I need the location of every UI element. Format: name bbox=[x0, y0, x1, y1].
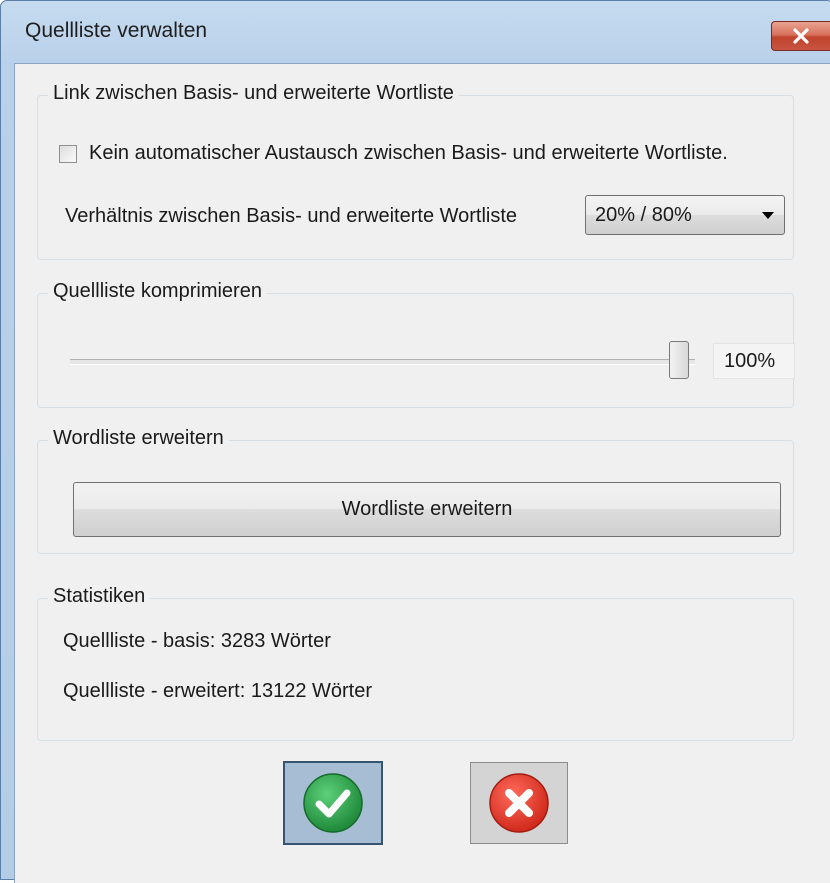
link-group-legend: Link zwischen Basis- und erweiterte Wort… bbox=[48, 82, 459, 105]
chevron-down-icon bbox=[762, 212, 774, 219]
link-groupbox: Link zwischen Basis- und erweiterte Wort… bbox=[37, 82, 794, 260]
no-auto-exchange-checkbox[interactable] bbox=[59, 145, 77, 163]
stats-groupbox: Statistiken bbox=[37, 585, 794, 741]
dialog-window: Quellliste verwalten Link zwischen Basis… bbox=[0, 0, 830, 883]
stats-basis-count: Quellliste - basis: 3283 Wörter bbox=[63, 630, 331, 652]
checkmark-icon bbox=[303, 773, 363, 833]
no-auto-exchange-label[interactable]: Kein automatischer Austausch zwischen Ba… bbox=[89, 142, 728, 165]
dialog-body: Link zwischen Basis- und erweiterte Wort… bbox=[14, 63, 830, 883]
compress-slider-track[interactable] bbox=[70, 359, 695, 365]
compress-value-field: 100% bbox=[713, 343, 795, 379]
ok-button[interactable] bbox=[283, 761, 383, 845]
stats-extended-count: Quellliste - erweitert: 13122 Wörter bbox=[63, 680, 373, 702]
compress-group-legend: Quellliste komprimieren bbox=[48, 280, 267, 303]
close-icon bbox=[793, 28, 809, 44]
ratio-label: Verhältnis zwischen Basis- und erweitert… bbox=[65, 205, 518, 227]
compress-slider-thumb[interactable] bbox=[669, 341, 689, 379]
stats-group-legend: Statistiken bbox=[48, 585, 151, 608]
ratio-dropdown[interactable]: 20% / 80% bbox=[585, 195, 785, 235]
ratio-dropdown-value: 20% / 80% bbox=[595, 204, 692, 226]
extend-wordlist-button[interactable]: Wordliste erweitern bbox=[73, 482, 781, 537]
cancel-button[interactable] bbox=[470, 762, 568, 844]
title-bar[interactable]: Quellliste verwalten bbox=[1, 1, 830, 63]
extend-group-legend: Wordliste erweitern bbox=[48, 427, 229, 450]
close-button[interactable] bbox=[771, 21, 830, 51]
window-title: Quellliste verwalten bbox=[25, 19, 208, 42]
x-icon bbox=[489, 773, 549, 833]
